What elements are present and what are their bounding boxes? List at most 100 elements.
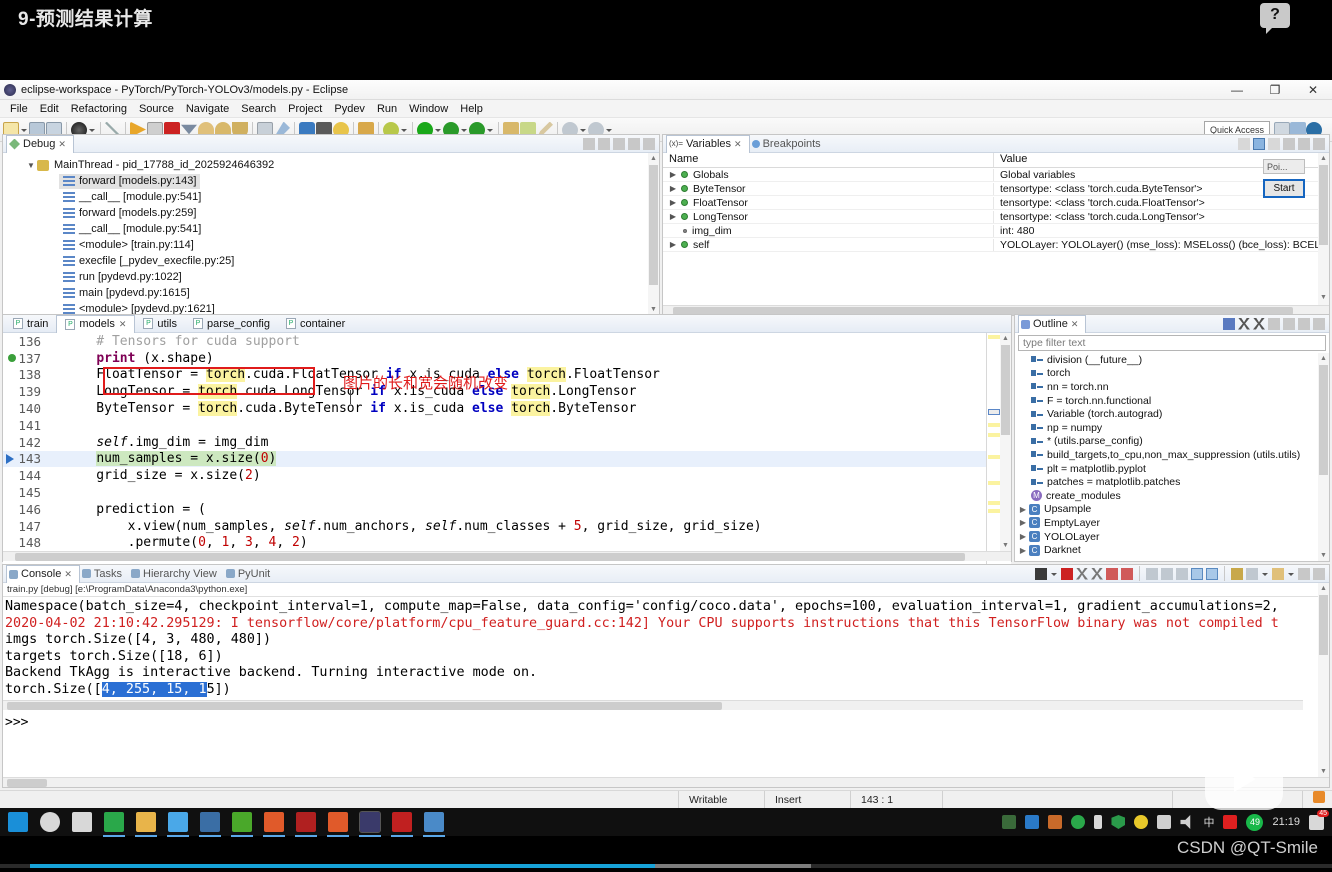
powerpoint-icon[interactable] bbox=[327, 812, 349, 837]
code-line[interactable]: 142 self.img_dim = img_dim bbox=[3, 434, 1011, 451]
edge-icon[interactable] bbox=[103, 812, 125, 837]
console-tab-hierarchy-view[interactable]: Hierarchy View bbox=[129, 565, 224, 583]
tray-update-badge[interactable]: 49 bbox=[1246, 813, 1264, 831]
display-console-icon[interactable] bbox=[1246, 567, 1258, 580]
tray-app-icon-2[interactable] bbox=[1025, 815, 1040, 829]
tray-clock[interactable]: 21:19 bbox=[1272, 816, 1300, 828]
close-icon[interactable]: ✕ bbox=[1071, 319, 1079, 330]
code-line[interactable]: 140 ByteTensor = torch.cuda.ByteTensor i… bbox=[3, 400, 1011, 417]
terminate-icon[interactable] bbox=[1061, 567, 1073, 580]
close-icon[interactable]: ✕ bbox=[734, 139, 742, 150]
menu-item-help[interactable]: Help bbox=[454, 103, 489, 115]
tray-ime-label[interactable]: 中 bbox=[1203, 814, 1214, 830]
tab-outline[interactable]: Outline ✕ bbox=[1018, 314, 1087, 333]
minimize-view-icon[interactable] bbox=[1298, 567, 1310, 580]
notification-icon[interactable]: 45 bbox=[1309, 809, 1329, 830]
outline-item[interactable]: build_targets,to_cpu,non_max_suppression… bbox=[1015, 448, 1329, 462]
outline-vscrollbar[interactable]: ▲ ▼ bbox=[1318, 353, 1329, 561]
outline-item[interactable]: Variable (torch.autograd) bbox=[1015, 407, 1329, 421]
paint-icon[interactable] bbox=[199, 812, 221, 837]
chevron-right-icon[interactable]: ▶ bbox=[1017, 546, 1029, 555]
menu-item-pydev[interactable]: Pydev bbox=[328, 103, 371, 115]
outline-item[interactable]: ▶ C YOLOLayer bbox=[1015, 530, 1329, 544]
editor-tab-train[interactable]: Ptrain bbox=[5, 315, 56, 333]
menu-item-run[interactable]: Run bbox=[371, 103, 403, 115]
menu-item-search[interactable]: Search bbox=[235, 103, 282, 115]
chevron-right-icon[interactable]: ▶ bbox=[667, 212, 679, 221]
collapse-all-icon[interactable] bbox=[1238, 137, 1250, 150]
outline-item[interactable]: F = torch.nn.functional bbox=[1015, 394, 1329, 408]
explorer-icon[interactable] bbox=[135, 812, 157, 837]
code-line[interactable]: 145 bbox=[3, 484, 1011, 501]
tab-debug[interactable]: Debug ✕ bbox=[6, 134, 74, 153]
chevron-right-icon[interactable]: ▶ bbox=[1017, 505, 1029, 514]
variable-row[interactable]: ▶ LongTensor tensortype: <class 'torch.cud… bbox=[663, 210, 1329, 224]
tray-shield-icon[interactable] bbox=[1111, 815, 1126, 829]
debug-stack-frame[interactable]: forward [models.py:259] bbox=[3, 205, 659, 221]
tab-variables[interactable]: (x)= Variables ✕ bbox=[666, 134, 750, 153]
maximize-button[interactable]: ❐ bbox=[1256, 80, 1294, 100]
debug-stack-frame[interactable]: __call__ [module.py:541] bbox=[3, 189, 659, 205]
editor-tab-container[interactable]: Pcontainer bbox=[278, 315, 353, 333]
code-line[interactable]: 148 .permute(0, 1, 3, 4, 2) bbox=[3, 535, 1011, 552]
help-icon[interactable]: ? bbox=[1260, 3, 1290, 34]
menu-item-edit[interactable]: Edit bbox=[34, 103, 65, 115]
chrome-icon[interactable] bbox=[391, 812, 413, 837]
tray-sogou-icon[interactable] bbox=[1223, 815, 1238, 829]
link-editor-icon[interactable] bbox=[1268, 317, 1280, 330]
tray-usb-icon[interactable] bbox=[1094, 815, 1103, 829]
menu-item-file[interactable]: File bbox=[4, 103, 34, 115]
chevron-right-icon[interactable]: ▶ bbox=[667, 170, 679, 179]
console-dropdown-icon[interactable] bbox=[1050, 566, 1058, 582]
taskview-icon[interactable] bbox=[72, 812, 92, 832]
maximize-view-icon[interactable] bbox=[1313, 317, 1325, 330]
outline-filter-input[interactable]: type filter text bbox=[1018, 335, 1326, 351]
outline-item[interactable]: * (utils.parse_config) bbox=[1015, 435, 1329, 449]
layout-icon[interactable] bbox=[1268, 137, 1280, 150]
variable-row[interactable]: ▶ ByteTensor tensortype: <class 'torch.cud… bbox=[663, 182, 1329, 196]
display-selected-console-icon[interactable] bbox=[1035, 567, 1047, 580]
variable-row[interactable]: ▶ Globals Global variables bbox=[663, 168, 1329, 182]
tray-volume-icon[interactable] bbox=[1180, 815, 1191, 829]
menu-item-project[interactable]: Project bbox=[282, 103, 328, 115]
sort-icon[interactable] bbox=[1223, 317, 1235, 330]
outline-item[interactable]: np = numpy bbox=[1015, 421, 1329, 435]
chevron-right-icon[interactable]: ▶ bbox=[1017, 518, 1029, 527]
code-line[interactable]: 147 x.view(num_samples, self.num_anchors… bbox=[3, 518, 1011, 535]
chevron-right-icon[interactable]: ▶ bbox=[667, 198, 679, 207]
console-tab-pyunit[interactable]: PyUnit bbox=[224, 565, 277, 583]
scroll-up-icon[interactable]: ▲ bbox=[648, 153, 659, 164]
tray-edge-icon[interactable] bbox=[1071, 815, 1086, 829]
debug-stack-tree[interactable]: ▼ MainThread - pid_17788_id_2025924646392… bbox=[3, 153, 659, 333]
outline-tree[interactable]: division (__future__) torch nn = torch.nn F… bbox=[1015, 353, 1329, 557]
scroll-down-icon[interactable]: ▼ bbox=[1318, 766, 1329, 777]
variables-vscrollbar[interactable]: ▲ ▼ bbox=[1318, 153, 1329, 315]
code-line[interactable]: 136 # Tensors for cuda support bbox=[3, 333, 1011, 350]
close-icon[interactable]: ✕ bbox=[58, 139, 66, 150]
cmd-icon[interactable] bbox=[295, 812, 317, 837]
menu-item-refactoring[interactable]: Refactoring bbox=[65, 103, 133, 115]
outline-item[interactable]: ▶ C Darknet bbox=[1015, 543, 1329, 557]
pin-console-icon[interactable] bbox=[1176, 567, 1188, 580]
editor-tab-utils[interactable]: Putils bbox=[135, 315, 185, 333]
menu-item-window[interactable]: Window bbox=[403, 103, 454, 115]
clear-all-icon[interactable] bbox=[1121, 567, 1133, 580]
editor-vscrollbar[interactable]: ▲ ▼ bbox=[1000, 333, 1011, 551]
outline-item[interactable]: torch bbox=[1015, 367, 1329, 381]
chevron-down-icon[interactable]: ▼ bbox=[25, 161, 37, 170]
scroll-up-icon[interactable]: ▲ bbox=[1318, 353, 1329, 364]
variable-row[interactable]: ▶ self YOLOLayer: YOLOLayer() (mse_loss): … bbox=[663, 238, 1329, 252]
minimize-button[interactable]: — bbox=[1218, 80, 1256, 100]
status-feed-icon[interactable] bbox=[1302, 790, 1332, 809]
editor-overview-ruler[interactable] bbox=[986, 333, 1000, 579]
view-menu-icon[interactable] bbox=[1283, 317, 1295, 330]
scroll-up-icon[interactable]: ▲ bbox=[1318, 583, 1329, 594]
start-button[interactable]: Start bbox=[1263, 179, 1305, 198]
video-progress-bar[interactable] bbox=[0, 864, 1332, 868]
maximize-view-icon[interactable] bbox=[643, 137, 655, 150]
play-button-overlay[interactable] bbox=[1205, 748, 1283, 810]
debug-vscrollbar[interactable]: ▲ ▼ bbox=[648, 153, 659, 315]
open-console-icon[interactable] bbox=[1231, 567, 1243, 580]
code-line[interactable]: 141 bbox=[3, 417, 1011, 434]
tray-app-icon-1[interactable] bbox=[1002, 815, 1017, 829]
